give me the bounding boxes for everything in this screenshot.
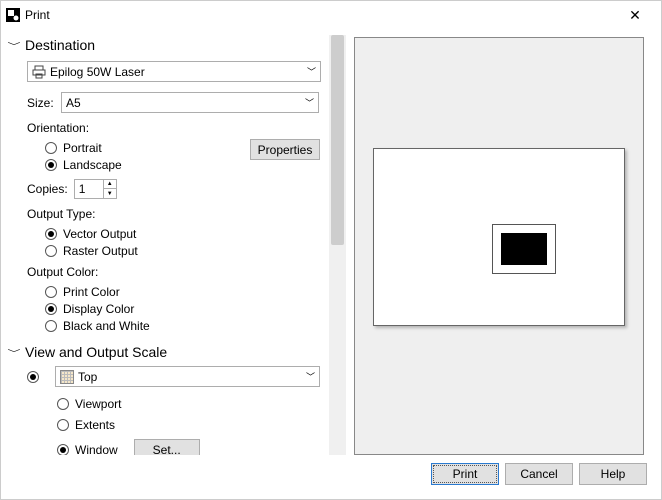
radio-display-color[interactable] [45, 303, 57, 315]
radio-portrait-label: Portrait [63, 141, 102, 155]
chevron-down-icon: ﹀ [8, 346, 21, 358]
output-type-label: Output Type: [27, 207, 320, 221]
close-icon[interactable]: ✕ [615, 7, 655, 24]
help-button[interactable]: Help [579, 463, 647, 485]
copies-stepper[interactable]: ▲ ▼ [74, 179, 117, 199]
window-title: Print [25, 8, 50, 22]
preview-panel [346, 29, 661, 455]
chevron-down-icon: ﹀ [307, 65, 316, 78]
chevron-down-icon: ﹀ [305, 96, 314, 109]
radio-black-white[interactable] [45, 320, 57, 332]
preview-object-frame [492, 224, 556, 274]
title-bar: Print ✕ [1, 1, 661, 29]
section-destination-title: Destination [25, 37, 95, 53]
options-scrollbar[interactable] [329, 35, 346, 455]
options-panel: ﹀ Destination Epilog 50W Laser ﹀ Size: A… [1, 29, 346, 455]
chevron-down-icon: ﹀ [306, 370, 315, 383]
section-destination-header[interactable]: ﹀ Destination [9, 37, 346, 53]
copies-input[interactable] [74, 179, 104, 199]
printer-dropdown[interactable]: Epilog 50W Laser ﹀ [27, 61, 321, 82]
cancel-button[interactable]: Cancel [505, 463, 573, 485]
radio-viewport[interactable] [57, 398, 69, 410]
size-dropdown[interactable]: A5 ﹀ [61, 92, 319, 113]
radio-vector-output[interactable] [45, 228, 57, 240]
scrollbar-thumb[interactable] [331, 35, 344, 245]
set-button[interactable]: Set... [134, 439, 200, 455]
radio-view-primary[interactable] [27, 371, 39, 383]
radio-print-color[interactable] [45, 286, 57, 298]
printer-icon [32, 65, 46, 79]
radio-portrait[interactable] [45, 142, 57, 154]
section-view-scale-title: View and Output Scale [25, 344, 167, 360]
grid-top-icon [60, 370, 74, 384]
properties-button[interactable]: Properties [250, 139, 320, 160]
radio-extents[interactable] [57, 419, 69, 431]
view-dropdown[interactable]: Top ﹀ [55, 366, 320, 387]
radio-raster-output[interactable] [45, 245, 57, 257]
dialog-footer: Print Cancel Help [1, 455, 661, 493]
chevron-down-icon: ﹀ [8, 39, 21, 51]
preview-page [373, 148, 625, 326]
app-icon [5, 7, 21, 23]
preview-background [354, 37, 644, 455]
spin-up-icon[interactable]: ▲ [104, 180, 116, 189]
radio-landscape-label: Landscape [63, 158, 122, 172]
spin-down-icon[interactable]: ▼ [104, 189, 116, 198]
orientation-label: Orientation: [27, 121, 320, 135]
size-label: Size: [27, 96, 61, 110]
output-color-label: Output Color: [27, 265, 320, 279]
preview-object [501, 233, 547, 265]
copies-label: Copies: [27, 182, 68, 196]
radio-window[interactable] [57, 444, 69, 456]
print-button[interactable]: Print [431, 463, 499, 485]
section-view-scale-header[interactable]: ﹀ View and Output Scale [9, 344, 346, 360]
radio-landscape[interactable] [45, 159, 57, 171]
